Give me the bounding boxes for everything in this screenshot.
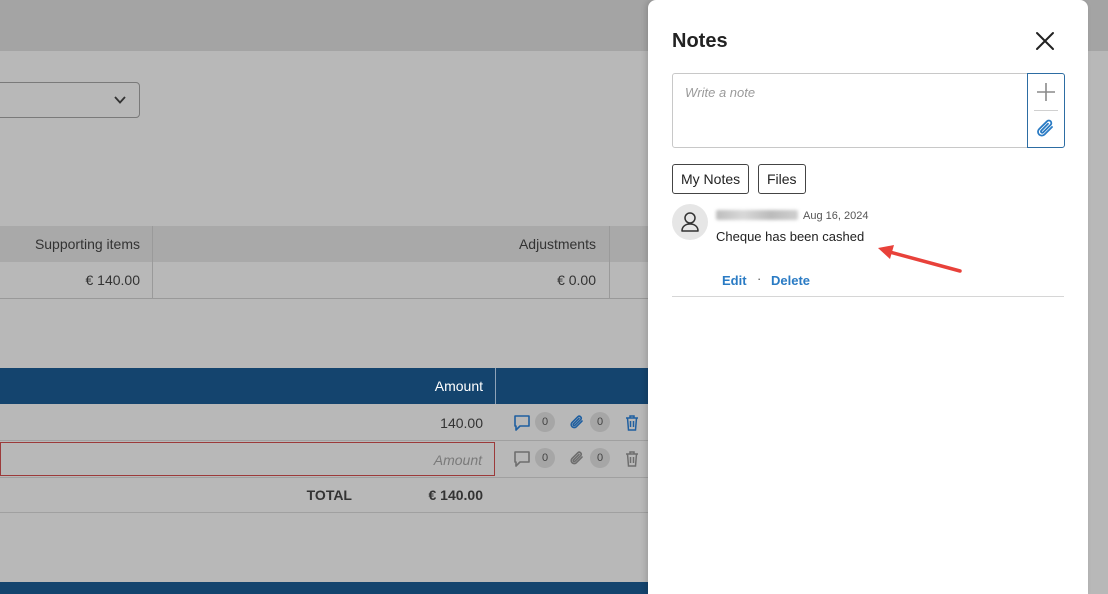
attachment-icon[interactable] xyxy=(568,414,586,432)
column-divider xyxy=(152,226,153,299)
add-note-icon[interactable] xyxy=(1036,82,1056,102)
tab-my-notes[interactable]: My Notes xyxy=(672,164,750,194)
amount-input-placeholder: Amount xyxy=(433,452,482,468)
link-separator: · xyxy=(757,271,762,286)
author-name-redacted xyxy=(716,210,798,220)
next-section-header xyxy=(0,582,660,594)
attachment-count: 0 xyxy=(590,448,610,468)
row-amount: 140.00 xyxy=(440,415,483,431)
close-icon[interactable] xyxy=(1032,28,1058,54)
attach-file-icon[interactable] xyxy=(1035,118,1057,140)
line-items-header: Amount xyxy=(0,368,660,404)
note-text: Cheque has been cashed xyxy=(716,229,865,244)
edit-note-link[interactable]: Edit xyxy=(722,273,747,288)
chevron-down-icon xyxy=(114,96,126,104)
trash-icon[interactable] xyxy=(623,450,641,468)
avatar xyxy=(672,204,708,240)
header-amount: Amount xyxy=(434,378,483,394)
header-supporting-items: Supporting items xyxy=(34,236,140,252)
user-icon xyxy=(681,212,699,232)
table-row: 140.00 0 0 xyxy=(0,404,660,441)
supporting-items-value: € 140.00 xyxy=(85,272,141,288)
comment-count: 0 xyxy=(535,448,555,468)
dropdown-select[interactable] xyxy=(0,82,140,118)
summary-table-row: € 140.00 € 0.00 xyxy=(0,262,660,299)
panel-title: Notes xyxy=(672,30,728,52)
comment-icon[interactable] xyxy=(513,450,531,468)
column-divider xyxy=(609,226,610,299)
annotation-arrow-icon xyxy=(878,245,962,273)
adjustments-value: € 0.00 xyxy=(557,272,596,288)
note-input[interactable] xyxy=(673,74,1027,147)
comment-count: 0 xyxy=(535,412,555,432)
summary-table-header: Supporting items Adjustments xyxy=(0,226,660,262)
table-row-new: Amount 0 0 xyxy=(0,441,660,478)
amount-input[interactable]: Amount xyxy=(0,442,495,476)
comment-icon[interactable] xyxy=(513,414,531,432)
trash-icon[interactable] xyxy=(623,414,641,432)
header-adjustments: Adjustments xyxy=(518,236,596,252)
delete-note-link[interactable]: Delete xyxy=(771,273,810,288)
actions-divider xyxy=(1034,110,1058,111)
note-actions xyxy=(1027,73,1065,148)
total-row: TOTAL € 140.00 xyxy=(0,478,660,513)
note-composer xyxy=(672,73,1065,148)
note-item: Aug 16, 2024 Cheque has been cashed Edit… xyxy=(672,204,1064,297)
total-label: TOTAL xyxy=(306,487,352,503)
tab-files[interactable]: Files xyxy=(758,164,806,194)
notes-panel: Notes My Notes Files Aug 16, 2024 Cheque… xyxy=(648,0,1088,594)
attachment-count: 0 xyxy=(590,412,610,432)
attachment-icon[interactable] xyxy=(568,450,586,468)
total-value: € 140.00 xyxy=(428,487,484,503)
note-date: Aug 16, 2024 xyxy=(803,210,869,222)
